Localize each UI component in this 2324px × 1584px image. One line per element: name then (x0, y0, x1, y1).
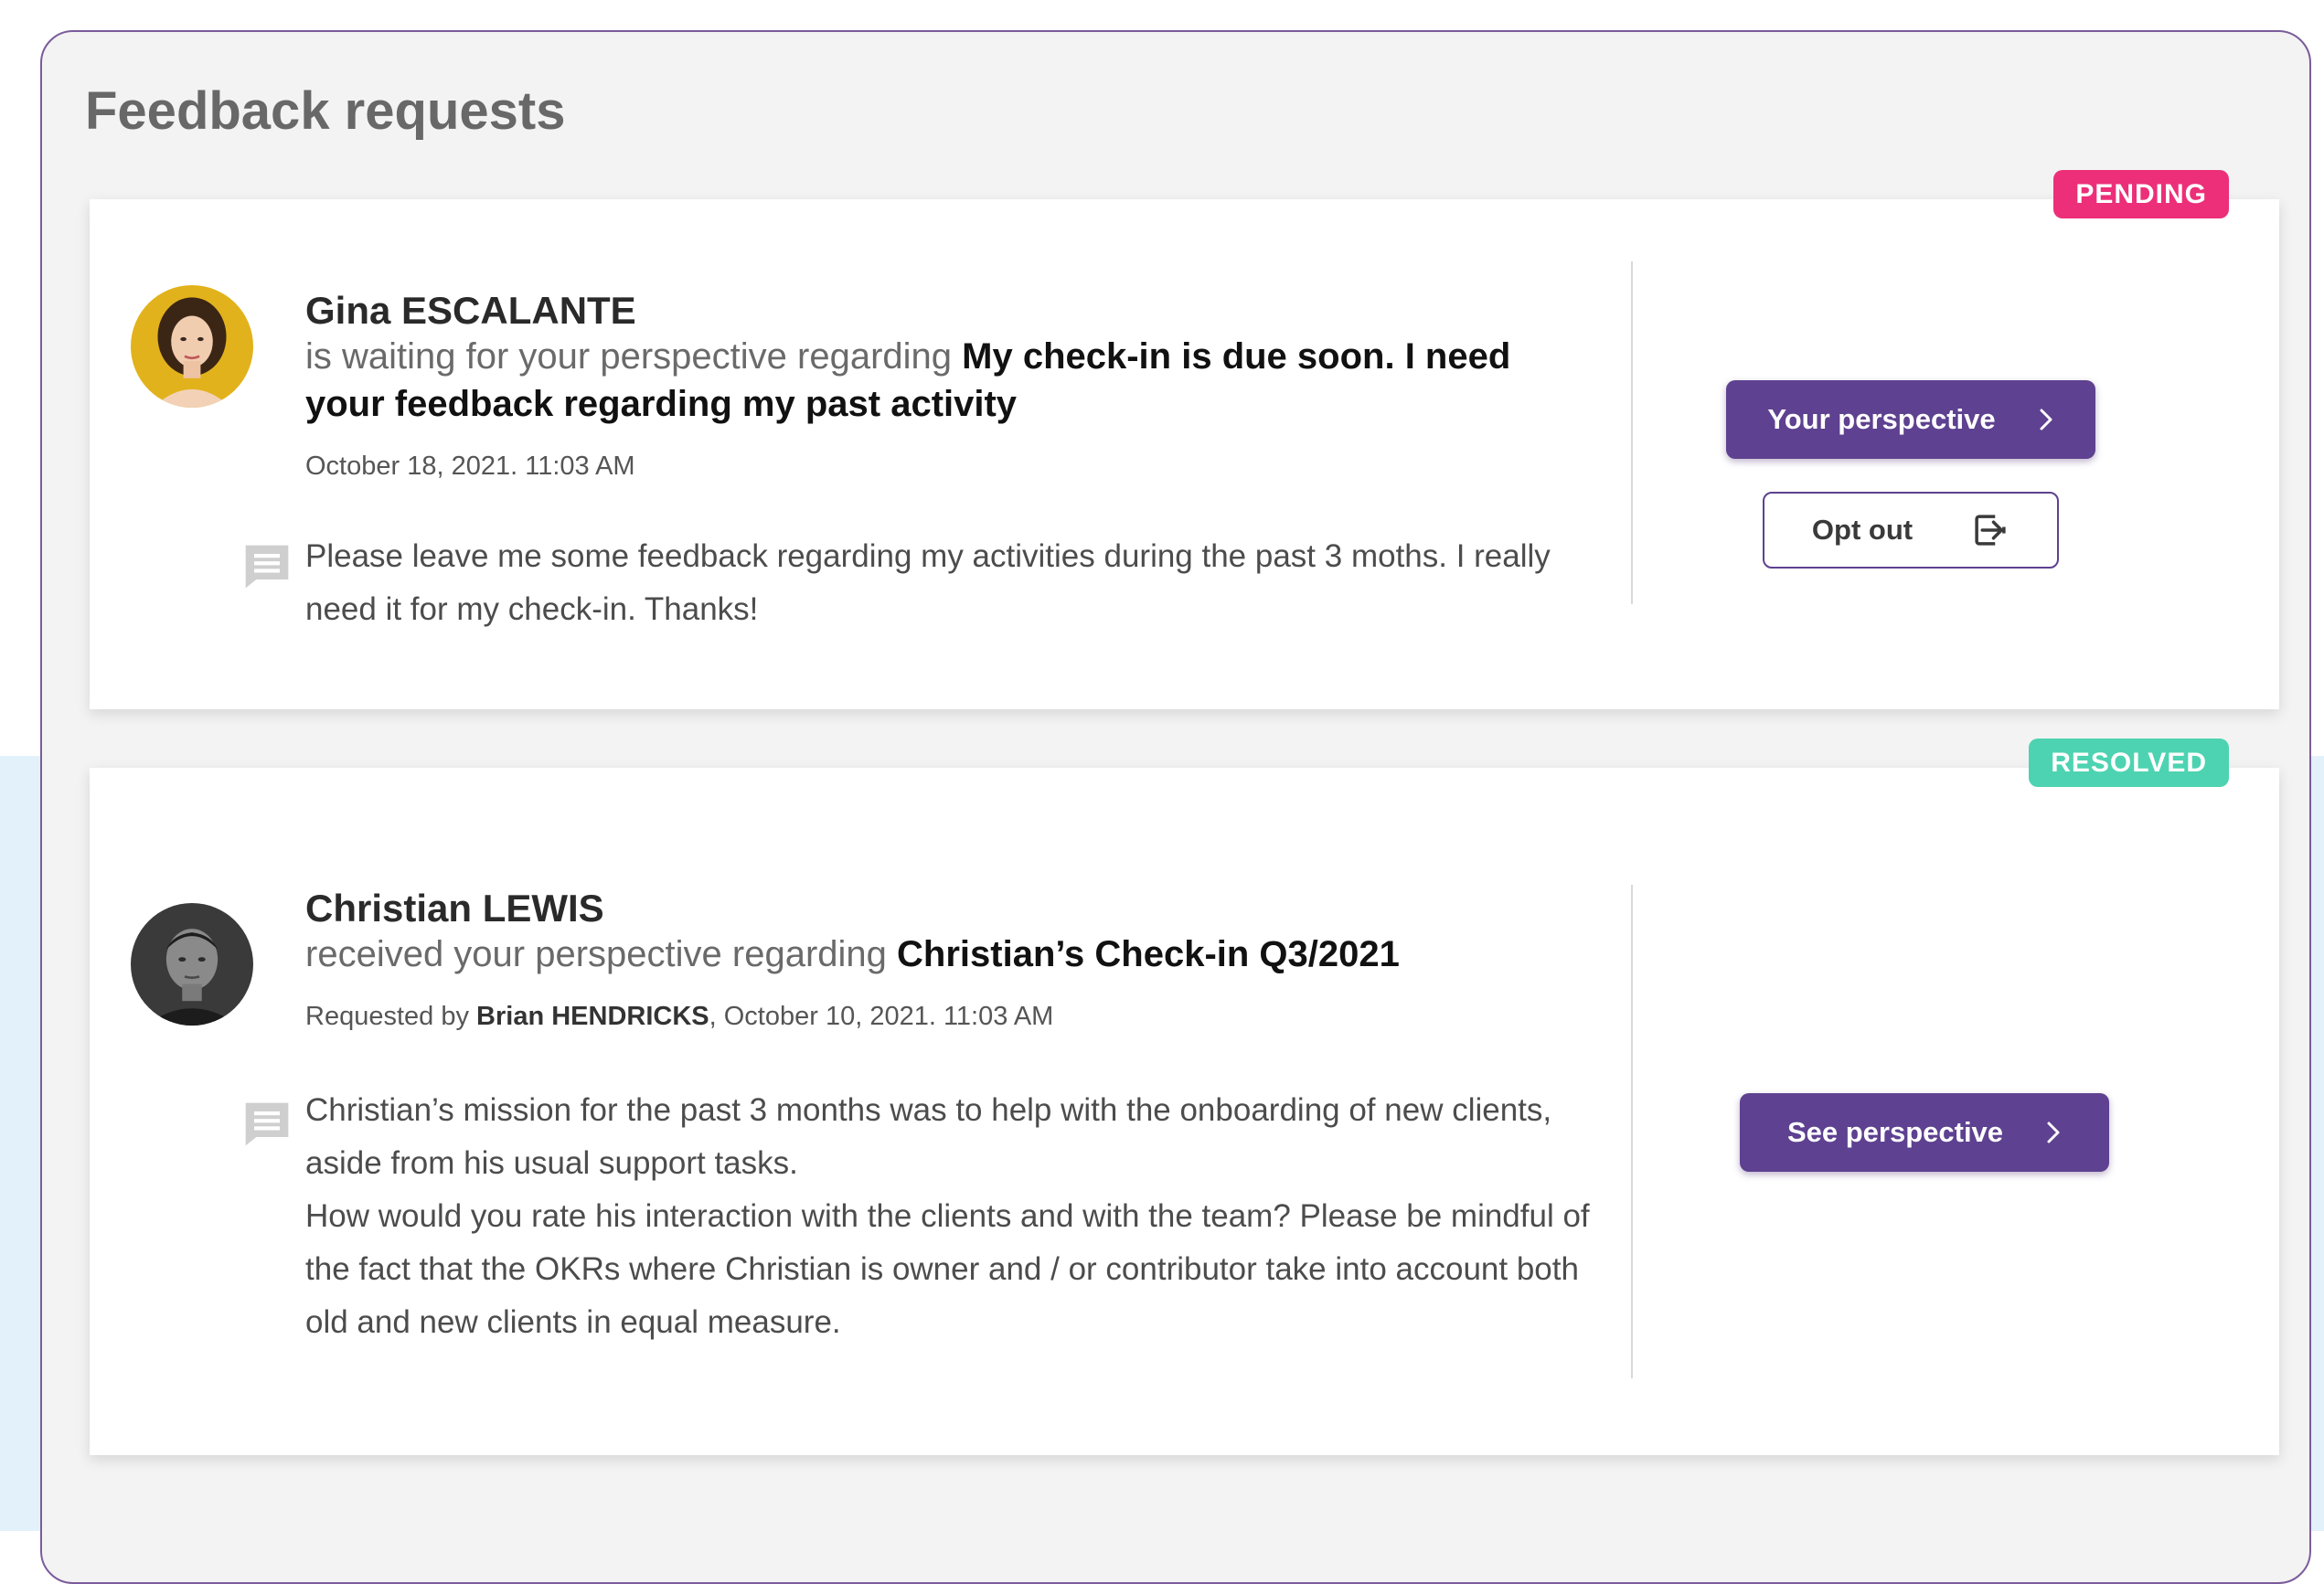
your-perspective-button[interactable]: Your perspective (1726, 380, 2095, 459)
exit-icon (1971, 511, 2010, 549)
status-badge-resolved: RESOLVED (2029, 739, 2229, 787)
message-paragraph: Please leave me some feedback regarding … (305, 538, 1551, 627)
opt-out-label: Opt out (1811, 514, 1914, 546)
avatar-christian (131, 903, 253, 1026)
regarding-subject: Christian’s Check-in Q3/2021 (897, 934, 1400, 974)
avatar-gina (131, 285, 253, 408)
chevron-right-icon (2038, 408, 2054, 431)
status-badge-pending: PENDING (2053, 170, 2229, 218)
regarding-prefix: is waiting for your perspective regardin… (305, 336, 953, 377)
feedback-request-card-resolved: RESOLVED Christian LEWIS received your p… (90, 739, 2279, 1455)
opt-out-button[interactable]: Opt out (1763, 492, 2059, 569)
section-title: Feedback requests (85, 81, 566, 141)
feedback-request-card-pending: PENDING Gina ESCALANTE is waiting for yo… (90, 170, 2279, 709)
woman-portrait-icon (131, 285, 253, 408)
requested-by-label: Requested by (305, 1002, 469, 1031)
card-divider (1631, 885, 1633, 1378)
man-portrait-icon (131, 903, 253, 1026)
request-regarding: received your perspective regarding Chri… (305, 930, 1567, 978)
comment-icon (241, 1099, 293, 1150)
request-regarding: is waiting for your perspective regardin… (305, 333, 1567, 428)
requested-by-name: Brian HENDRICKS (476, 1002, 709, 1031)
chevron-right-icon (2045, 1121, 2062, 1144)
request-message: Please leave me some feedback regarding … (305, 530, 1613, 636)
request-date: October 18, 2021. 11:03 AM (305, 452, 635, 481)
regarding-prefix: received your perspective regarding (305, 934, 887, 974)
see-perspective-label: See perspective (1786, 1116, 2004, 1148)
message-paragraph: How would you rate his interaction with … (305, 1198, 1590, 1340)
card-divider (1631, 261, 1633, 604)
request-meta: Requested by Brian HENDRICKS, October 10… (305, 1002, 1053, 1032)
request-message: Christian’s mission for the past 3 month… (305, 1084, 1613, 1349)
request-date: , October 10, 2021. 11:03 AM (709, 1002, 1054, 1031)
requester-name: Christian LEWIS (305, 887, 604, 930)
requester-name: Gina ESCALANTE (305, 289, 636, 332)
see-perspective-button[interactable]: See perspective (1740, 1093, 2109, 1172)
your-perspective-label: Your perspective (1767, 403, 1996, 435)
message-paragraph: Christian’s mission for the past 3 month… (305, 1092, 1552, 1181)
comment-icon (241, 541, 293, 592)
